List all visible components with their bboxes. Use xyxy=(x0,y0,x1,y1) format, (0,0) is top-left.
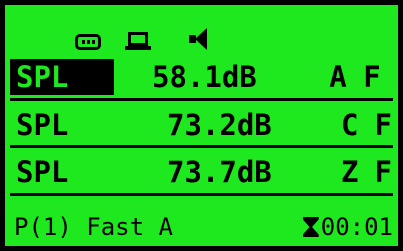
row-divider xyxy=(10,145,393,148)
status-bar xyxy=(75,28,207,50)
measurement-type: SPL xyxy=(10,59,114,95)
hourglass-icon xyxy=(303,217,319,237)
time-weighting: F xyxy=(363,60,381,94)
measurement-value: 73.2dB xyxy=(167,108,272,142)
measurement-row-3[interactable]: SPL 73.7dB Z F xyxy=(10,152,393,192)
measurement-row-1[interactable]: SPL 58.1dB A F xyxy=(10,57,393,97)
measurement-mode: P(1) Fast A xyxy=(14,213,173,241)
time-weighting: F xyxy=(374,108,392,142)
laptop-icon xyxy=(125,32,151,50)
measurement-type: SPL xyxy=(16,108,69,142)
measurement-value: 58.1dB xyxy=(152,60,257,94)
measurement-row-2[interactable]: SPL 73.2dB C F xyxy=(10,105,393,145)
frequency-weighting: Z xyxy=(341,155,359,189)
measurement-type: SPL xyxy=(16,155,69,189)
frequency-weighting: A xyxy=(329,60,347,94)
row-divider xyxy=(10,98,393,101)
frequency-weighting: C xyxy=(341,108,359,142)
elapsed-timer: 00:01 xyxy=(303,212,393,242)
speaker-icon xyxy=(189,28,207,50)
memory-card-icon xyxy=(75,34,101,50)
measurement-value: 73.7dB xyxy=(167,155,272,189)
row-divider xyxy=(10,193,393,196)
timer-value: 00:01 xyxy=(320,213,393,241)
time-weighting: F xyxy=(374,155,392,189)
sound-level-meter-screen: SPL 58.1dB A F SPL 73.2dB C F SPL 73.7dB… xyxy=(0,0,403,251)
status-footer: P(1) Fast A 00:01 xyxy=(10,212,393,242)
